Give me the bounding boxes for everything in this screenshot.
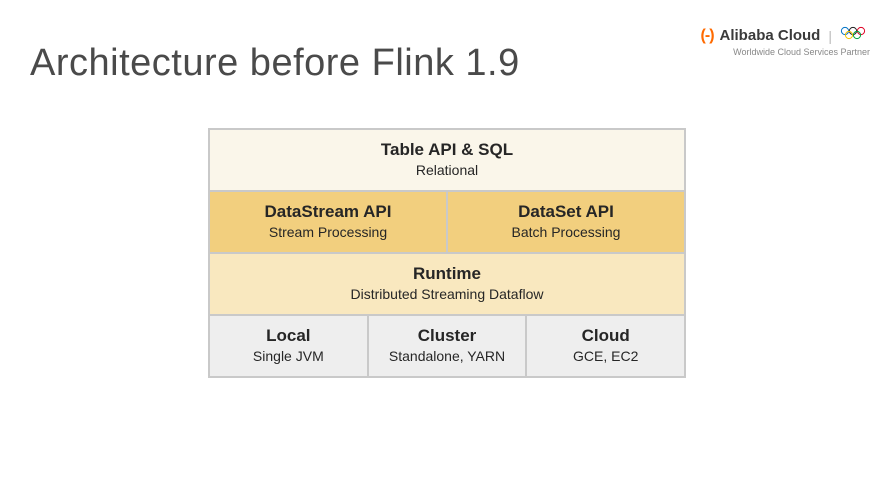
layer-runtime: Runtime Distributed Streaming Dataflow bbox=[209, 253, 685, 315]
alibaba-bracket-icon: (-) bbox=[701, 27, 714, 45]
layer-subtitle: Stream Processing bbox=[216, 224, 440, 240]
layer-datastream-api: DataStream API Stream Processing bbox=[209, 191, 447, 253]
layer-table-api: Table API & SQL Relational bbox=[209, 129, 685, 191]
layer-subtitle: Batch Processing bbox=[454, 224, 678, 240]
brand-tagline: Worldwide Cloud Services Partner bbox=[701, 47, 870, 57]
layer-title: DataSet API bbox=[454, 202, 678, 222]
deploy-cloud: Cloud GCE, EC2 bbox=[526, 315, 685, 377]
layer-subtitle: Relational bbox=[216, 162, 678, 178]
deploy-cluster: Cluster Standalone, YARN bbox=[368, 315, 527, 377]
layer-title: Local bbox=[216, 326, 361, 346]
layer-dataset-api: DataSet API Batch Processing bbox=[447, 191, 685, 253]
logo-area: (-) Alibaba Cloud | Worldwide Cloud Serv… bbox=[701, 26, 870, 57]
page-title: Architecture before Flink 1.9 bbox=[30, 42, 520, 85]
layer-subtitle: Distributed Streaming Dataflow bbox=[216, 286, 678, 302]
layer-title: Runtime bbox=[216, 264, 678, 284]
layer-title: Cluster bbox=[375, 326, 520, 346]
architecture-diagram: Table API & SQL Relational DataStream AP… bbox=[208, 128, 686, 378]
layer-subtitle: Single JVM bbox=[216, 348, 361, 364]
deploy-local: Local Single JVM bbox=[209, 315, 368, 377]
layer-subtitle: GCE, EC2 bbox=[533, 348, 678, 364]
olympic-rings-icon bbox=[840, 26, 870, 45]
layer-title: Cloud bbox=[533, 326, 678, 346]
layer-subtitle: Standalone, YARN bbox=[375, 348, 520, 364]
layer-title: Table API & SQL bbox=[216, 140, 678, 160]
layer-title: DataStream API bbox=[216, 202, 440, 222]
divider: | bbox=[828, 28, 832, 44]
brand-name: Alibaba Cloud bbox=[720, 27, 821, 44]
